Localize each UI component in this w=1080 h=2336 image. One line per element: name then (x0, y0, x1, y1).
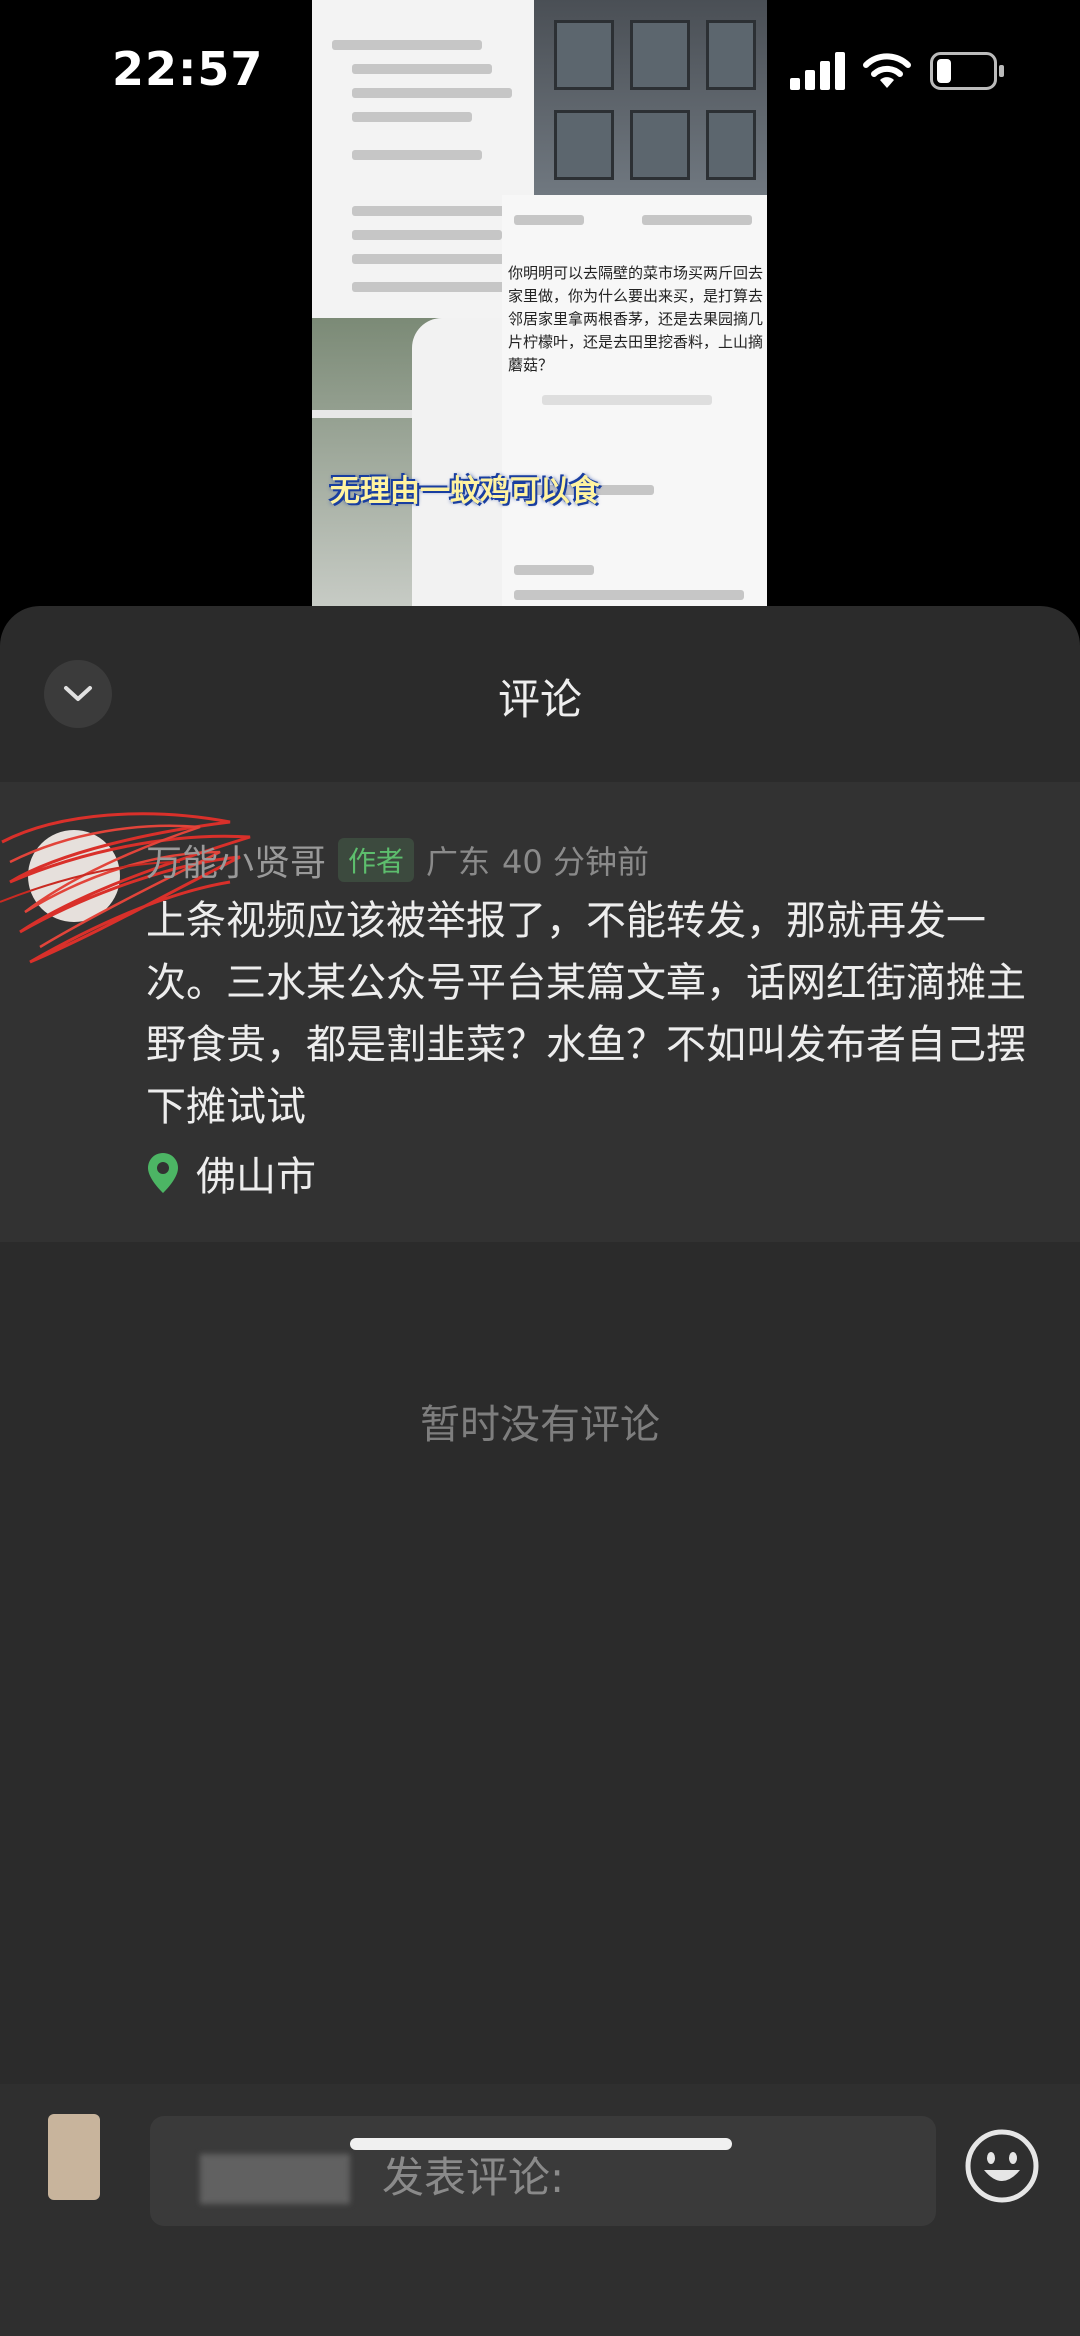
comment-input[interactable]: 发表评论: (150, 2116, 936, 2226)
sheet-title: 评论 (497, 675, 582, 724)
author-name[interactable]: 万能小贤哥 (146, 834, 326, 886)
status-bar: 22:57 (0, 0, 1080, 140)
comments-sheet: 评论 万能小贤哥 作者 广东 40 分钟前 上条视频应该被举报了，不能转发，那就… (0, 606, 1080, 2336)
user-avatar (48, 2114, 100, 2200)
wifi-icon (863, 53, 911, 88)
empty-state: 暂时没有评论 (420, 1402, 660, 1448)
status-time: 22:57 (112, 42, 264, 96)
video-screenshot-comment-panel (502, 195, 767, 610)
location-pin-icon (148, 1153, 178, 1193)
comment-item[interactable]: 万能小贤哥 作者 广东 40 分钟前 上条视频应该被举报了，不能转发，那就再发一… (0, 782, 1080, 1242)
smiley-icon[interactable] (964, 2128, 1040, 2204)
redacted-text (200, 2154, 350, 2204)
input-placeholder: 发表评论: (382, 2153, 565, 2202)
home-indicator[interactable] (350, 2138, 732, 2150)
battery-icon (930, 52, 1004, 90)
video-caption: 无理由一蚊鸡可以食 (330, 474, 600, 509)
location-text: 佛山市 (196, 1154, 316, 1200)
author-badge: 作者 (338, 838, 415, 882)
video-person-shirt (412, 318, 502, 610)
video-comment-text: 你明明可以去隔壁的菜市场买两斤回去家里做，你为什么要出来买，是打算去邻居家里拿两… (508, 264, 764, 374)
signal-icon (790, 52, 845, 90)
comment-text: 上条视频应该被举报了，不能转发，那就再发一次。三水某公众号平台某篇文章，话网红街… (146, 898, 1026, 1130)
comment-input-bar: 发表评论: (0, 2084, 1080, 2336)
comment-time: 40 分钟前 (502, 843, 649, 881)
location-tag[interactable]: 佛山市 (146, 1144, 316, 1202)
comment-meta: 万能小贤哥 作者 广东 40 分钟前 (146, 834, 649, 886)
comment-region: 广东 (426, 843, 491, 881)
sheet-header: 评论 (0, 606, 1080, 782)
